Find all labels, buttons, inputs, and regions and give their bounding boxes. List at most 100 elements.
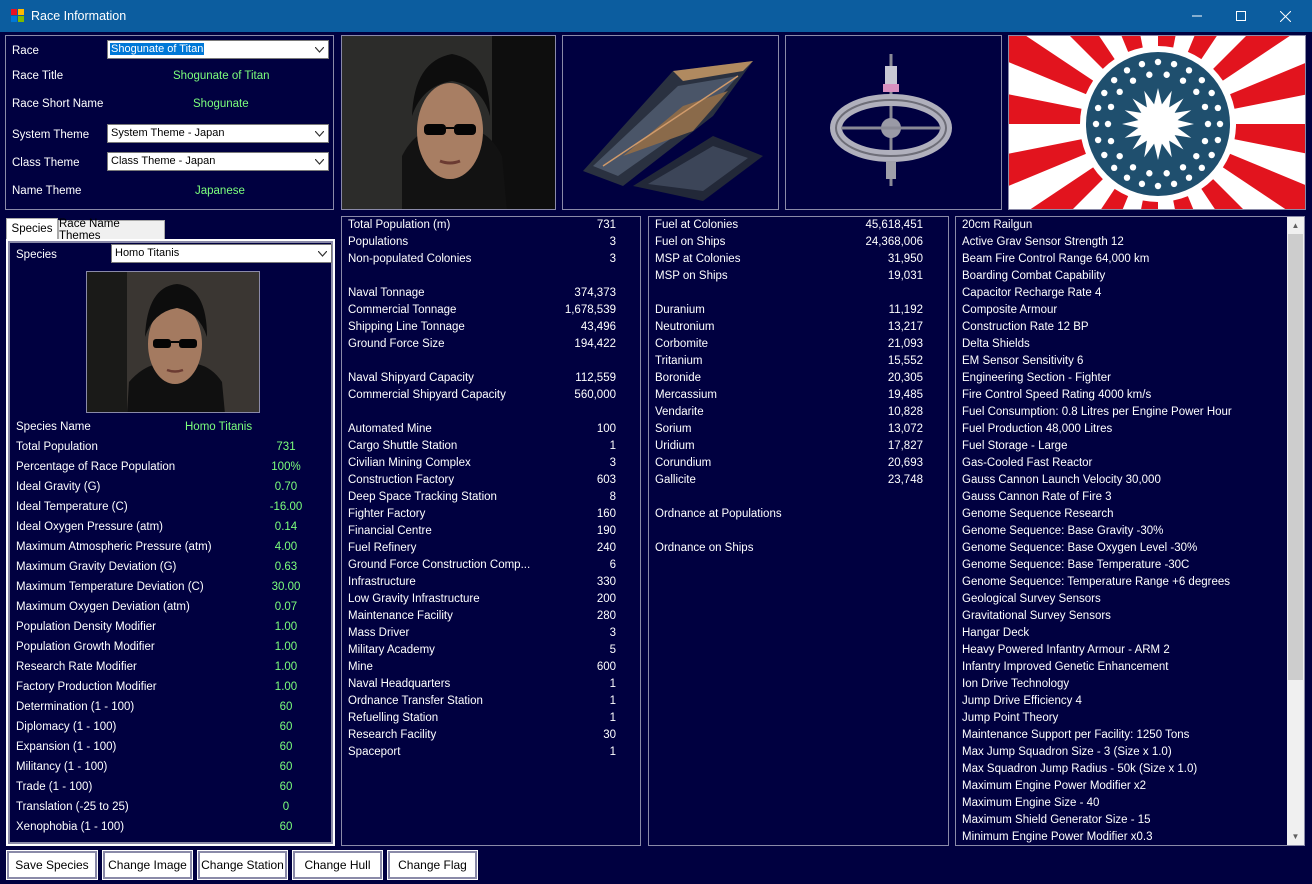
tech-item[interactable]: Delta Shields — [962, 338, 1030, 355]
tech-item[interactable]: Maximum Shield Generator Size - 15 — [962, 814, 1151, 831]
scroll-up-icon[interactable]: ▲ — [1287, 217, 1304, 234]
tech-item[interactable]: Genome Sequence: Temperature Range +6 de… — [962, 576, 1230, 593]
chevron-down-icon[interactable] — [314, 245, 331, 262]
tech-item[interactable]: EM Sensor Sensitivity 6 — [962, 355, 1083, 372]
population-item-label: Cargo Shuttle Station — [348, 440, 458, 452]
resource-item-label: Fuel at Colonies — [655, 219, 739, 231]
change-station-button[interactable]: Change Station — [197, 850, 288, 880]
class-theme-select[interactable]: Class Theme - Japan — [107, 152, 329, 171]
species-stat-row: Determination (1 - 100) 60 — [16, 701, 316, 718]
tech-item[interactable]: Fuel Consumption: 0.8 Litres per Engine … — [962, 406, 1232, 423]
population-item-row: Construction Factory 603 — [348, 474, 616, 491]
tech-item[interactable]: Construction Rate 12 BP — [962, 321, 1089, 338]
population-item-value: 194,422 — [574, 338, 616, 350]
population-item-label: Ground Force Size — [348, 338, 445, 350]
resource-item-value: 45,618,451 — [865, 219, 923, 231]
resource-item-row: Ordnance at Populations — [655, 508, 923, 525]
population-item-label: Refuelling Station — [348, 712, 439, 724]
scrollbar-thumb[interactable] — [1288, 234, 1303, 680]
population-item-value: 43,496 — [580, 321, 616, 333]
tech-item[interactable]: Engineering Section - Fighter — [962, 372, 1111, 389]
tech-item[interactable]: Genome Sequence: Base Gravity -30% — [962, 525, 1163, 542]
system-theme-select[interactable]: System Theme - Japan — [107, 124, 329, 143]
population-item-label: Fighter Factory — [348, 508, 426, 520]
species-stat-value: 0.14 — [274, 521, 298, 533]
tab-race-name-themes[interactable]: Race Name Themes — [58, 218, 165, 242]
population-item-value: 1 — [609, 712, 616, 724]
change-hull-button[interactable]: Change Hull — [292, 850, 383, 880]
tab-species[interactable]: Species — [6, 218, 58, 240]
tech-item[interactable]: Gauss Cannon Rate of Fire 3 — [962, 491, 1112, 508]
tech-item[interactable]: Capacitor Recharge Rate 4 — [962, 287, 1101, 304]
flag-star — [1104, 120, 1112, 128]
population-item-value: 603 — [596, 474, 616, 486]
resource-item-label: Vendarite — [655, 406, 704, 418]
scroll-down-icon[interactable]: ▼ — [1287, 828, 1304, 845]
tech-item[interactable]: Gas-Cooled Fast Reactor — [962, 457, 1092, 474]
tech-item[interactable]: Max Jump Squadron Size - 3 (Size x 1.0) — [962, 746, 1172, 763]
race-title-label: Race Title — [12, 70, 64, 82]
species-stat-label: Translation (-25 to 25) — [16, 801, 129, 813]
tech-item[interactable]: Max Squadron Jump Radius - 50k (Size x 1… — [962, 763, 1197, 780]
tech-item[interactable]: Geological Survey Sensors — [962, 593, 1101, 610]
tech-item[interactable]: Composite Armour — [962, 304, 1057, 321]
race-select[interactable]: Shogunate of Titan — [107, 40, 329, 59]
tech-item[interactable]: Jump Point Theory — [962, 712, 1058, 729]
change-image-button[interactable]: Change Image — [102, 850, 193, 880]
system-theme-label: System Theme — [12, 129, 90, 141]
flag-image[interactable] — [1008, 35, 1306, 210]
chevron-down-icon[interactable] — [311, 41, 328, 58]
tech-item[interactable]: 20cm Railgun — [962, 219, 1032, 236]
tech-item[interactable]: Jump Drive Efficiency 4 — [962, 695, 1082, 712]
maximize-icon[interactable] — [1218, 0, 1264, 32]
resource-item-value: 20,693 — [887, 457, 923, 469]
population-item-label: Automated Mine — [348, 423, 432, 435]
tech-item[interactable]: Genome Sequence Research — [962, 508, 1114, 525]
chevron-down-icon[interactable] — [311, 153, 328, 170]
tech-item[interactable]: Fuel Storage - Large — [962, 440, 1067, 457]
species-stat-row: Maximum Atmospheric Pressure (atm) 4.00 — [16, 541, 316, 558]
tech-item[interactable]: Genome Sequence: Base Oxygen Level -30% — [962, 542, 1197, 559]
chevron-down-icon[interactable] — [311, 125, 328, 142]
tech-item[interactable]: Boarding Combat Capability — [962, 270, 1105, 287]
population-item-value: 3 — [609, 627, 616, 639]
tech-item[interactable]: Active Grav Sensor Strength 12 — [962, 236, 1124, 253]
tech-item[interactable]: Beam Fire Control Range 64,000 km — [962, 253, 1149, 270]
tech-item[interactable]: Heavy Powered Infantry Armour - ARM 2 — [962, 644, 1170, 661]
flag-star — [1146, 170, 1153, 177]
ship-hull-image[interactable] — [562, 35, 779, 210]
race-select-value: Shogunate of Titan — [110, 43, 205, 55]
tech-item[interactable]: Maximum Engine Size - 40 — [962, 797, 1099, 814]
save-species-button[interactable]: Save Species — [6, 850, 98, 880]
race-title-value: Shogunate of Titan — [173, 70, 270, 82]
population-item-label: Commercial Tonnage — [348, 304, 457, 316]
tech-item[interactable]: Fire Control Speed Rating 4000 km/s — [962, 389, 1151, 406]
population-item-label: Infrastructure — [348, 576, 416, 588]
tech-item[interactable]: Hangar Deck — [962, 627, 1029, 644]
tech-item[interactable]: Maximum Engine Power Modifier x2 — [962, 780, 1146, 797]
species-select[interactable]: Homo Titanis — [111, 244, 332, 263]
population-item-row: Naval Headquarters 1 — [348, 678, 616, 695]
tech-item[interactable]: Genome Sequence: Base Temperature -30C — [962, 559, 1189, 576]
race-portrait-image[interactable] — [341, 35, 556, 210]
tech-list-scrollbar[interactable]: ▲ ▼ — [1287, 217, 1304, 845]
tech-item[interactable]: Gravitational Survey Sensors — [962, 610, 1111, 627]
tech-item[interactable]: Gauss Cannon Launch Velocity 30,000 — [962, 474, 1161, 491]
station-image[interactable] — [785, 35, 1002, 210]
change-flag-button[interactable]: Change Flag — [387, 850, 478, 880]
flag-star — [1129, 77, 1137, 84]
tech-item[interactable]: Minimum Engine Power Modifier x0.3 — [962, 831, 1152, 848]
population-item-label: Low Gravity Infrastructure — [348, 593, 480, 605]
flag-star — [1123, 174, 1131, 181]
tech-item[interactable]: Fuel Production 48,000 Litres — [962, 423, 1112, 440]
tech-item[interactable]: Ion Drive Technology — [962, 678, 1069, 695]
tech-item[interactable]: Infantry Improved Genetic Enhancement — [962, 661, 1168, 678]
flag-star — [1116, 152, 1123, 160]
minimize-icon[interactable] — [1174, 0, 1220, 32]
species-portrait-image[interactable] — [86, 271, 260, 413]
close-icon[interactable] — [1262, 0, 1308, 32]
population-item-label: Populations — [348, 236, 409, 248]
tech-item[interactable]: Maintenance Support per Facility: 1250 T… — [962, 729, 1189, 746]
race-short-name-value: Shogunate — [193, 98, 249, 110]
resource-item-value: 15,552 — [887, 355, 923, 367]
